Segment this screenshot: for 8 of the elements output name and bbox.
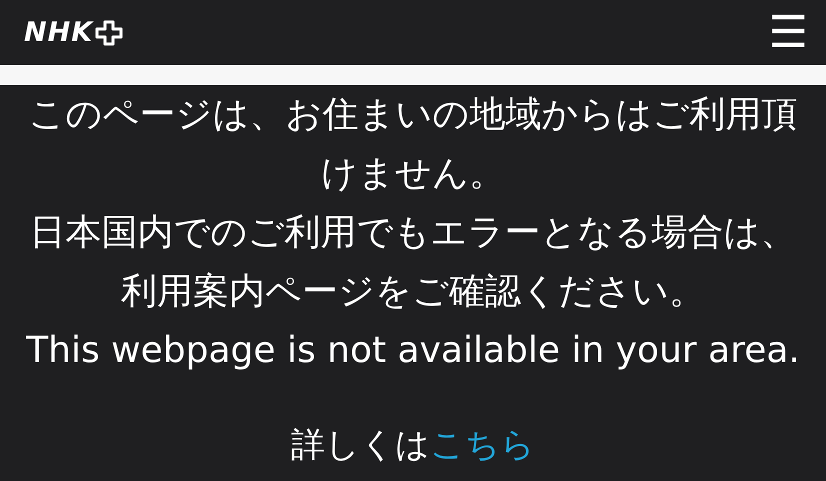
logo-text: NHK <box>24 19 94 46</box>
details-text: 詳しくは こちら <box>290 424 536 467</box>
details-link[interactable]: こちら <box>430 425 535 465</box>
message-text: 日本国内でのご利用でもエラーとなる場合は、利用案内ページをご確認ください。 <box>28 211 798 314</box>
message-text: このページは、お住まいの地域からはご利用頂けません。 <box>28 93 798 196</box>
menu-button[interactable]: ☰ <box>764 10 812 54</box>
plus-icon <box>94 18 124 46</box>
message-text: This webpage is not available in your area. <box>25 329 801 373</box>
